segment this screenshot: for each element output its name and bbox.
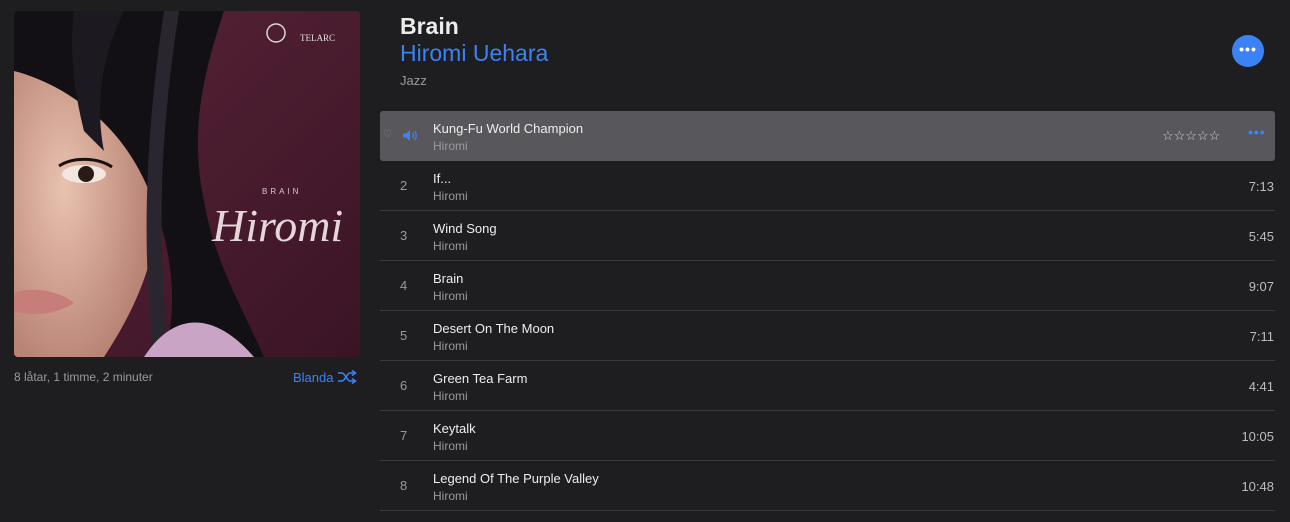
more-icon: ••• [1239, 41, 1257, 57]
track-title: Wind Song [433, 221, 497, 236]
cover-signature: Hiromi [211, 200, 343, 251]
track-number: 8 [400, 478, 408, 493]
track-duration: 7:13 [1248, 179, 1274, 194]
album-view: TELARC BRAIN Hiromi 8 låtar, 1 timme, 2 … [0, 0, 1290, 522]
album-title: Brain [400, 13, 459, 39]
speaker-icon [403, 130, 417, 141]
track-artist: Hiromi [433, 489, 468, 503]
shuffle-button[interactable]: Blanda [293, 369, 358, 385]
track-artist: Hiromi [433, 139, 468, 153]
track-title: Desert On The Moon [433, 321, 555, 336]
track-artist: Hiromi [433, 339, 468, 353]
track-title: Kung-Fu World Champion [433, 121, 584, 136]
track-number: 5 [400, 328, 408, 343]
track-number: 4 [400, 278, 408, 293]
track-row[interactable]: 5 Desert On The Moon Hiromi 7:11 [380, 311, 1275, 361]
track-title: Keytalk [433, 421, 476, 436]
track-number: 6 [400, 378, 408, 393]
shuffle-icon [338, 369, 358, 385]
track-row-playing[interactable]: ♡ Kung-Fu World Champion Hiromi ☆☆☆☆☆ ••… [380, 111, 1275, 161]
track-row[interactable]: 3 Wind Song Hiromi 5:45 [380, 211, 1275, 261]
track-number: 2 [400, 178, 408, 193]
track-duration: 10:48 [1241, 479, 1274, 494]
album-summary: 8 låtar, 1 timme, 2 minuter [14, 370, 153, 384]
track-row[interactable]: 4 Brain Hiromi 9:07 [380, 261, 1275, 311]
track-row[interactable]: 7 Keytalk Hiromi 10:05 [380, 411, 1275, 461]
track-duration: 5:45 [1248, 229, 1274, 244]
track-duration: 7:11 [1249, 329, 1274, 344]
album-artwork[interactable]: TELARC BRAIN Hiromi [14, 11, 360, 357]
track-artist: Hiromi [433, 189, 468, 203]
track-more-button[interactable]: ••• [1248, 124, 1266, 140]
track-row[interactable]: 8 Legend Of The Purple Valley Hiromi 10:… [380, 461, 1275, 511]
track-duration: 9:07 [1248, 279, 1274, 294]
album-more-button[interactable]: ••• [1232, 35, 1264, 67]
track-artist: Hiromi [433, 289, 468, 303]
track-title: Legend Of The Purple Valley [433, 471, 599, 486]
album-genre: Jazz [400, 73, 427, 88]
track-title: Brain [433, 271, 464, 286]
heart-icon[interactable]: ♡ [383, 129, 392, 140]
track-title: Green Tea Farm [433, 371, 528, 386]
shuffle-label: Blanda [293, 369, 334, 385]
track-artist: Hiromi [433, 239, 468, 253]
track-number: 3 [400, 228, 408, 243]
track-list: ♡ Kung-Fu World Champion Hiromi ☆☆☆☆☆ ••… [380, 111, 1275, 511]
track-artist: Hiromi [433, 439, 468, 453]
track-number: 7 [400, 428, 408, 443]
track-duration: 4:41 [1248, 379, 1274, 394]
artist-link[interactable]: Hiromi Uehara [400, 40, 548, 67]
track-artist: Hiromi [433, 389, 468, 403]
track-duration: 10:05 [1241, 429, 1274, 444]
track-row[interactable]: 2 If... Hiromi 7:13 [380, 161, 1275, 211]
cover-album-word: BRAIN [262, 187, 301, 196]
telarc-logo-text: TELARC [300, 33, 335, 43]
track-row[interactable]: 6 Green Tea Farm Hiromi 4:41 [380, 361, 1275, 411]
track-title: If... [433, 171, 452, 186]
rating-stars[interactable]: ☆☆☆☆☆ [1162, 128, 1220, 144]
album-cover-image: TELARC BRAIN Hiromi [14, 11, 360, 357]
